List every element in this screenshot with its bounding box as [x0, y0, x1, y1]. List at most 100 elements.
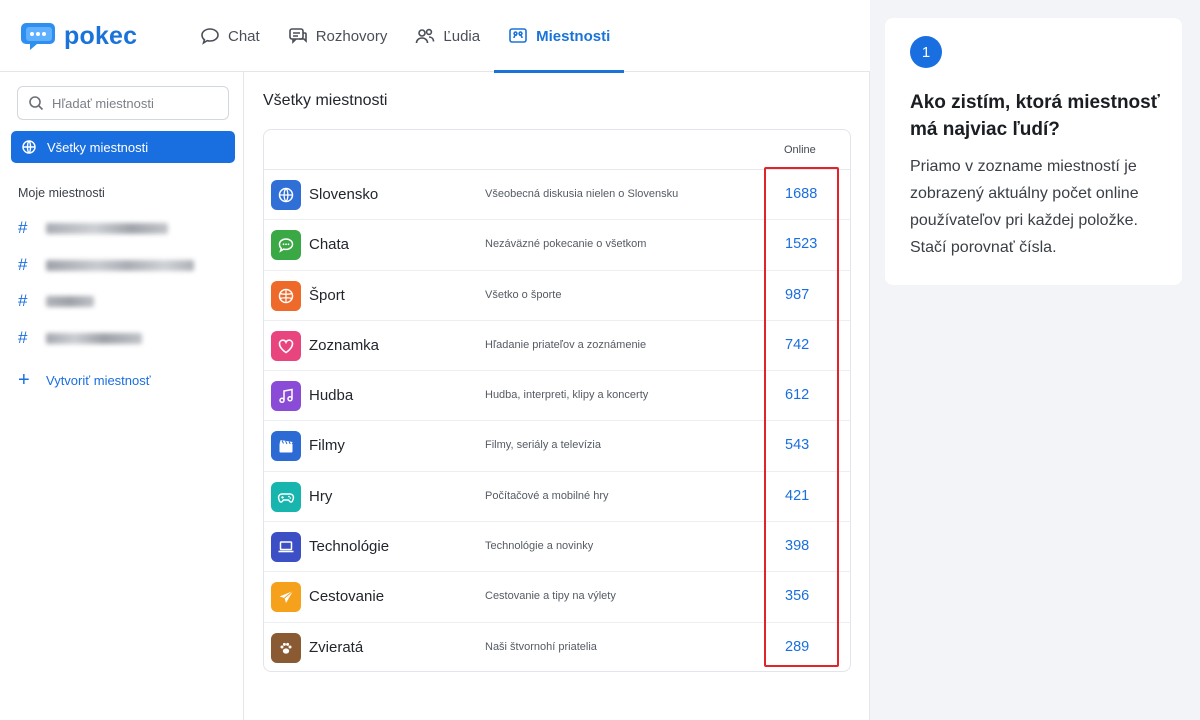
room-name: Cestovanie — [309, 588, 385, 606]
gamepad-icon — [271, 481, 301, 512]
tab-chat[interactable]: Chat — [186, 0, 274, 72]
app-name: pokec — [64, 21, 138, 50]
main-nav: Chat Rozhovory Ľudia Miestnosti — [186, 0, 625, 73]
table-row[interactable]: Hry Počítačové a mobilné hry 421 — [264, 472, 850, 523]
conversations-icon — [288, 28, 307, 44]
room-description: Všeobecná diskusia nielen o Slovensku — [485, 188, 679, 200]
logo[interactable]: pokec — [20, 18, 137, 54]
tab-miestnosti-label: Miestnosti — [536, 27, 611, 45]
room-description: Cestovanie a tipy na výlety — [485, 590, 616, 603]
help-text: Priamo v zozname miestností je zobrazený… — [910, 158, 1139, 256]
table-row[interactable]: Hudba Hudba, interpreti, klipy a koncerty… — [264, 371, 850, 422]
room-name: Chata — [309, 236, 350, 254]
hash-icon: # — [18, 328, 28, 347]
search-box[interactable] — [17, 86, 229, 120]
online-count: 987 — [785, 286, 810, 303]
room-name: Hudba — [309, 387, 354, 405]
blurred-room-name — [46, 332, 142, 344]
online-count: 421 — [785, 487, 810, 504]
tab-rozhovory[interactable]: Rozhovory — [274, 0, 402, 72]
speech-bubble-logo-icon — [21, 23, 55, 50]
hash-icon: # — [18, 291, 28, 310]
music-icon — [271, 381, 301, 412]
search-input[interactable] — [52, 95, 222, 111]
my-rooms-heading: Moje miestnosti — [18, 186, 105, 200]
room-name: Zoznamka — [309, 336, 380, 354]
people-icon — [416, 28, 435, 44]
help-title: Ako zistím, ktorá miestnosť má najviac ľ… — [910, 92, 1160, 140]
room-name: Filmy — [309, 437, 345, 455]
chat-icon — [271, 230, 301, 261]
table-row[interactable]: Slovensko Všeobecná diskusia nielen o Slo… — [264, 170, 850, 221]
online-count: 398 — [785, 538, 810, 555]
tab-ludia-label: Ľudia — [443, 27, 481, 45]
tab-miestnosti[interactable]: Miestnosti — [494, 0, 625, 73]
blurred-room-name — [46, 259, 194, 271]
room-name: Zvieratá — [309, 638, 364, 656]
search-icon — [29, 96, 44, 111]
online-count: 356 — [785, 588, 810, 605]
online-count: 612 — [785, 387, 810, 404]
my-room-item[interactable]: # — [18, 255, 194, 275]
table-row[interactable]: Šport Všetko o športe 987 — [264, 271, 850, 321]
laptop-icon — [271, 532, 301, 563]
table-body: Slovensko Všeobecná diskusia nielen o Slo… — [264, 170, 850, 671]
online-count: 289 — [785, 638, 810, 655]
hash-icon: # — [18, 218, 28, 237]
rooms-table: Online Slovensko Všeobecná diskusia niele… — [263, 129, 851, 672]
table-row[interactable]: Cestovanie Cestovanie a tipy na výlety 356 — [264, 572, 850, 623]
room-description: Filmy, seriály a televízia — [485, 439, 601, 452]
sidebar-item-all-rooms-label: Všetky miestnosti — [47, 139, 149, 155]
hash-icon: # — [18, 255, 28, 274]
room-name: Slovensko — [309, 186, 379, 203]
rooms-icon — [509, 28, 527, 43]
online-column-header: Online — [784, 144, 816, 156]
create-room-button[interactable]: + Vytvoriť miestnosť — [18, 370, 151, 390]
my-room-item[interactable]: # — [18, 291, 94, 311]
create-room-label: Vytvoriť miestnosť — [46, 372, 151, 388]
heart-icon — [271, 330, 301, 361]
plane-icon — [271, 582, 301, 613]
app-window: pokec Chat Rozhovory Ľudia Miestnosti Hľ… — [0, 0, 870, 720]
paw-icon — [271, 632, 301, 663]
room-description: Nezáväzné pokecanie o všetkom — [485, 238, 647, 251]
online-count: 1688 — [785, 186, 818, 202]
room-description: Hudba, interpreti, klipy a koncerty — [485, 389, 649, 402]
room-description: Technológie a novinky — [485, 540, 594, 553]
room-description: Všetko o športe — [485, 288, 562, 301]
clapperboard-icon — [271, 431, 301, 462]
tab-ludia[interactable]: Ľudia — [401, 0, 494, 72]
blurred-room-name — [46, 295, 94, 307]
step-badge: 1 — [910, 36, 942, 68]
globe-icon — [271, 180, 301, 210]
globe-grid-icon — [22, 140, 36, 154]
table-row[interactable]: Technológie Technológie a novinky 398 — [264, 522, 850, 573]
tab-rozhovory-label: Rozhovory — [315, 27, 388, 45]
my-room-item[interactable]: # — [18, 328, 142, 348]
online-count: 543 — [785, 437, 810, 454]
room-description: Hľadanie priateľov a zoznámenie — [485, 338, 647, 351]
online-count: 742 — [785, 336, 810, 353]
table-row[interactable]: Zvieratá Naši štvornohí priatelia 289 — [264, 623, 850, 671]
online-count: 1523 — [785, 236, 818, 253]
top-header: pokec Chat Rozhovory Ľudia Miestnosti — [0, 0, 870, 73]
table-row[interactable]: Zoznamka Hľadanie priateľov a zoznámenie 7… — [264, 321, 850, 372]
help-card: 1 Ako zistím, ktorá miestnosť má najviac… — [885, 18, 1182, 285]
sidebar: Všetky miestnosti Moje miestnosti # # # … — [0, 72, 244, 720]
table-row[interactable]: Filmy Filmy, seriály a televízia 543 — [264, 421, 850, 472]
my-room-item[interactable]: # — [18, 218, 168, 238]
room-description: Naši štvornohí priatelia — [485, 640, 597, 653]
table-row[interactable]: Chata Nezáväzné pokecanie o všetkom 1523 — [264, 220, 850, 271]
tab-chat-label: Chat — [228, 27, 260, 45]
ball-icon — [271, 280, 301, 311]
sidebar-item-all-rooms[interactable]: Všetky miestnosti — [11, 131, 235, 163]
room-name: Technológie — [309, 538, 390, 556]
plus-icon: + — [18, 369, 30, 391]
room-name: Šport — [309, 286, 345, 304]
room-description: Počítačové a mobilné hry — [485, 489, 609, 502]
chat-bubble-icon — [201, 28, 219, 45]
room-name: Hry — [309, 487, 333, 505]
page-title: Všetky miestnosti — [263, 92, 388, 109]
table-header: Online — [264, 130, 850, 170]
blurred-room-name — [46, 222, 168, 234]
